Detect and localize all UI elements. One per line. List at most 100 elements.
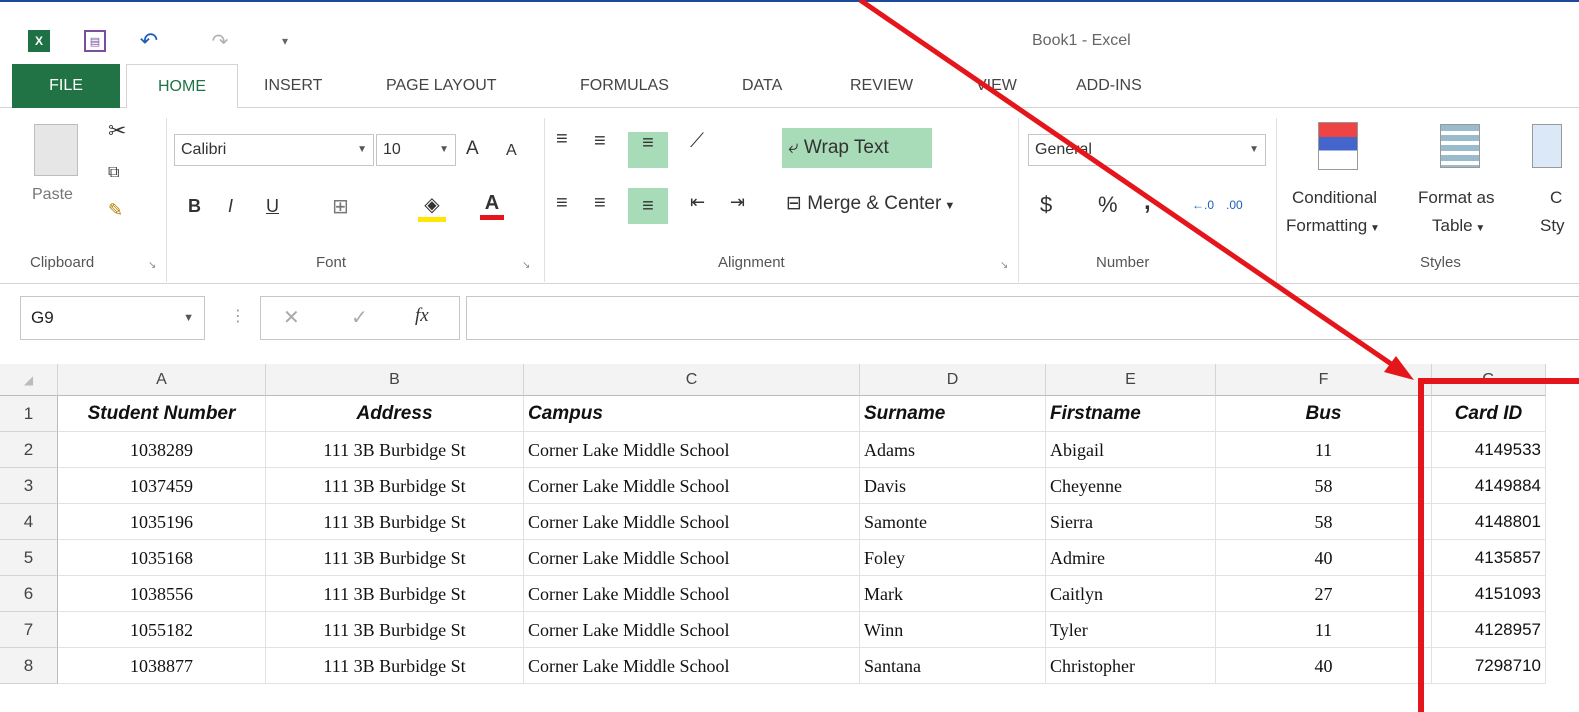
conditional-formatting-label-2[interactable]: Formatting ▼ — [1286, 216, 1380, 236]
tab-data[interactable]: DATA — [742, 64, 782, 108]
borders-icon[interactable]: ⊞ — [332, 194, 349, 219]
header-cell[interactable]: Campus — [524, 396, 860, 432]
header-cell[interactable]: Address — [266, 396, 524, 432]
format-as-table-icon[interactable] — [1440, 124, 1480, 168]
table-cell[interactable]: Admire — [1046, 540, 1216, 576]
tab-add-ins[interactable]: ADD-INS — [1076, 64, 1142, 108]
italic-button[interactable]: I — [228, 196, 233, 217]
header-cell[interactable]: Surname — [860, 396, 1046, 432]
table-cell[interactable]: Foley — [860, 540, 1046, 576]
table-cell[interactable]: Corner Lake Middle School — [524, 612, 860, 648]
column-header-c[interactable]: C — [524, 364, 860, 396]
table-cell[interactable]: Caitlyn — [1046, 576, 1216, 612]
column-header-a[interactable]: A — [58, 364, 266, 396]
table-cell[interactable]: Sierra — [1046, 504, 1216, 540]
customize-qat-icon[interactable]: ▾ — [278, 30, 292, 52]
merge-center-button[interactable]: ⊟ Merge & Center ▼ — [786, 192, 955, 215]
fill-color-icon[interactable]: ◈ — [418, 192, 446, 222]
header-cell[interactable]: Student Number — [58, 396, 266, 432]
tab-formulas[interactable]: FORMULAS — [580, 64, 669, 108]
enter-icon[interactable]: ✓ — [351, 305, 368, 330]
row-header[interactable]: 1 — [0, 396, 58, 432]
table-cell[interactable]: 1038556 — [58, 576, 266, 612]
paste-label[interactable]: Paste — [32, 186, 73, 204]
row-header[interactable]: 3 — [0, 468, 58, 504]
paste-icon[interactable] — [34, 124, 78, 176]
row-header[interactable]: 6 — [0, 576, 58, 612]
row-header[interactable]: 5 — [0, 540, 58, 576]
table-cell[interactable]: 111 3B Burbidge St — [266, 540, 524, 576]
undo-icon[interactable]: ↶ — [134, 28, 164, 53]
bold-button[interactable]: B — [188, 196, 201, 217]
table-cell[interactable]: 111 3B Burbidge St — [266, 432, 524, 468]
table-cell[interactable]: 11 — [1216, 612, 1432, 648]
table-cell[interactable]: Christopher — [1046, 648, 1216, 684]
table-cell[interactable]: 58 — [1216, 504, 1432, 540]
table-cell[interactable]: 1035168 — [58, 540, 266, 576]
table-cell[interactable]: Corner Lake Middle School — [524, 540, 860, 576]
cut-icon[interactable]: ✂ — [108, 118, 126, 144]
table-cell[interactable]: Corner Lake Middle School — [524, 576, 860, 612]
table-cell[interactable]: 1035196 — [58, 504, 266, 540]
table-cell[interactable]: 1037459 — [58, 468, 266, 504]
align-right-icon[interactable]: ≡ — [628, 188, 668, 224]
table-cell[interactable]: 111 3B Burbidge St — [266, 612, 524, 648]
conditional-formatting-label-1[interactable]: Conditional — [1292, 188, 1377, 208]
table-cell[interactable]: Tyler — [1046, 612, 1216, 648]
save-icon[interactable]: ▤ — [84, 30, 106, 52]
column-header-b[interactable]: B — [266, 364, 524, 396]
comma-button[interactable]: , — [1144, 188, 1151, 216]
redo-icon[interactable]: ↷ — [205, 30, 235, 53]
select-all-corner[interactable]: ◢ — [0, 364, 58, 396]
tab-view[interactable]: VIEW — [976, 64, 1017, 108]
table-cell[interactable]: 111 3B Burbidge St — [266, 648, 524, 684]
table-cell[interactable]: 1055182 — [58, 612, 266, 648]
row-header[interactable]: 4 — [0, 504, 58, 540]
percent-button[interactable]: % — [1098, 192, 1118, 218]
tab-home[interactable]: HOME — [126, 64, 238, 109]
cell-styles-label-2[interactable]: Sty — [1540, 216, 1565, 236]
alignment-launcher-icon[interactable]: ↘ — [1000, 260, 1008, 271]
font-launcher-icon[interactable]: ↘ — [522, 260, 530, 271]
align-bottom-icon[interactable]: ≡ — [628, 132, 668, 168]
name-box[interactable]: G9 ▼ — [20, 296, 205, 340]
number-format-dropdown[interactable]: General ▼ — [1028, 134, 1266, 166]
table-cell[interactable]: 58 — [1216, 468, 1432, 504]
table-cell[interactable]: 1038877 — [58, 648, 266, 684]
tab-file[interactable]: FILE — [12, 64, 120, 108]
font-color-button[interactable]: A — [480, 192, 504, 220]
decrease-indent-icon[interactable]: ⇤ — [690, 192, 705, 213]
table-cell[interactable]: Corner Lake Middle School — [524, 504, 860, 540]
format-painter-icon[interactable]: ✎ — [108, 200, 123, 221]
orientation-icon[interactable]: ⟋ — [690, 130, 704, 153]
table-cell[interactable]: Abigail — [1046, 432, 1216, 468]
formula-input[interactable] — [466, 296, 1579, 340]
align-middle-icon[interactable]: ≡ — [594, 130, 606, 153]
header-cell[interactable]: Firstname — [1046, 396, 1216, 432]
table-cell[interactable]: 1038289 — [58, 432, 266, 468]
copy-icon[interactable]: ⧉ — [108, 164, 119, 182]
column-header-f[interactable]: F — [1216, 364, 1432, 396]
shrink-font-button[interactable]: A — [506, 142, 517, 160]
wrap-text-button[interactable]: ⤶ Wrap Text — [782, 128, 932, 168]
column-header-d[interactable]: D — [860, 364, 1046, 396]
font-size-dropdown[interactable]: 10 ▼ — [376, 134, 456, 166]
grow-font-button[interactable]: A — [466, 138, 479, 160]
increase-indent-icon[interactable]: ⇥ — [730, 192, 745, 213]
table-cell[interactable]: Corner Lake Middle School — [524, 648, 860, 684]
table-cell[interactable]: Mark — [860, 576, 1046, 612]
font-name-dropdown[interactable]: Calibri ▼ — [174, 134, 374, 166]
align-center-icon[interactable]: ≡ — [594, 192, 606, 215]
decrease-decimal-button[interactable]: .00 — [1226, 198, 1243, 212]
format-as-table-label-2[interactable]: Table ▼ — [1432, 216, 1485, 236]
table-cell[interactable]: Corner Lake Middle School — [524, 468, 860, 504]
currency-button[interactable]: $ — [1040, 192, 1052, 218]
table-cell[interactable]: Winn — [860, 612, 1046, 648]
table-cell[interactable]: Samonte — [860, 504, 1046, 540]
table-cell[interactable]: 111 3B Burbidge St — [266, 576, 524, 612]
cell-styles-icon[interactable] — [1532, 124, 1562, 168]
table-cell[interactable]: Adams — [860, 432, 1046, 468]
tab-insert[interactable]: INSERT — [264, 64, 322, 108]
cancel-icon[interactable]: ✕ — [283, 305, 300, 330]
table-cell[interactable]: 11 — [1216, 432, 1432, 468]
